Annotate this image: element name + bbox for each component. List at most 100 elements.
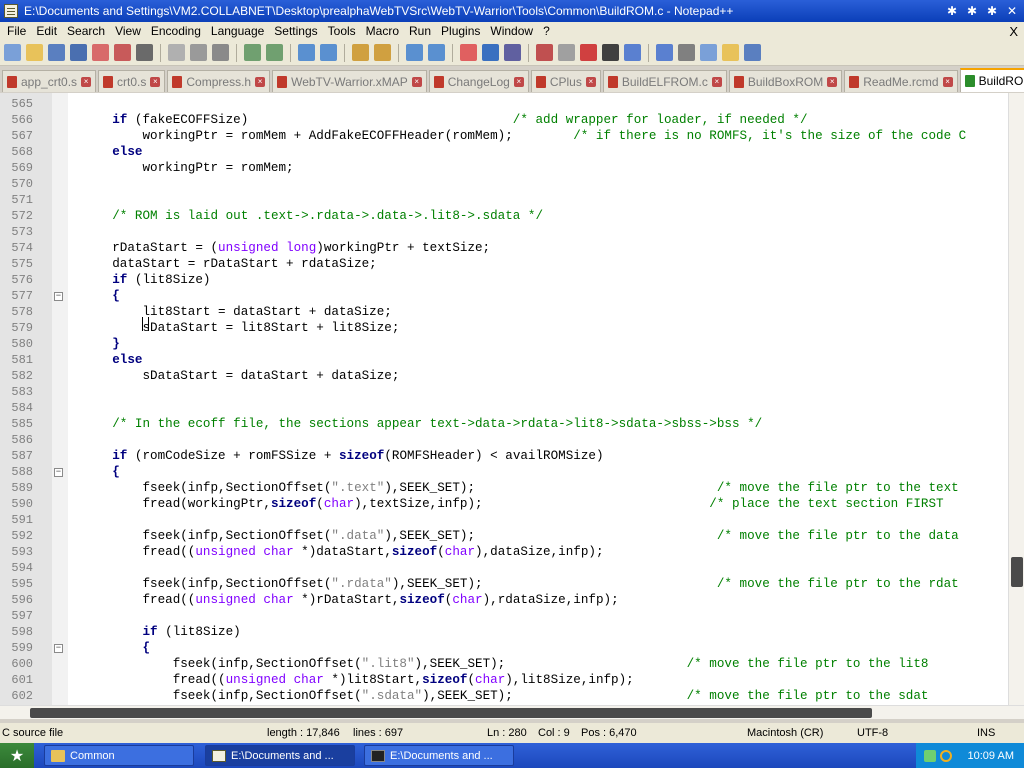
start-button[interactable]: ★ bbox=[0, 743, 34, 768]
horizontal-scroll-thumb[interactable] bbox=[30, 708, 872, 718]
monitor-icon[interactable] bbox=[624, 44, 641, 61]
line-number: 575 bbox=[11, 257, 33, 271]
status-eol-format[interactable]: Macintosh (CR) bbox=[747, 727, 823, 739]
menu-language[interactable]: Language bbox=[206, 24, 269, 38]
sync-v-icon[interactable] bbox=[406, 44, 423, 61]
print-icon[interactable] bbox=[136, 44, 153, 61]
horizontal-scrollbar[interactable] bbox=[0, 705, 1024, 719]
redo-icon[interactable] bbox=[266, 44, 283, 61]
tab-close-icon[interactable]: × bbox=[513, 76, 524, 87]
close-document-button[interactable]: X bbox=[1009, 24, 1018, 39]
cut-icon[interactable] bbox=[168, 44, 185, 61]
maximize-button[interactable]: ✱ bbox=[984, 4, 1000, 18]
play-multi-icon[interactable] bbox=[722, 44, 739, 61]
vertical-scroll-thumb[interactable] bbox=[1011, 557, 1023, 587]
menu-search[interactable]: Search bbox=[62, 24, 110, 38]
tab-changelog[interactable]: ChangeLog × bbox=[428, 70, 529, 92]
fold-toggle-icon[interactable]: − bbox=[54, 292, 63, 301]
code-line: 593 fread((unsigned char *)dataStart,siz… bbox=[0, 544, 1008, 560]
tab-buildboxrom[interactable]: BuildBoxROM × bbox=[728, 70, 843, 92]
zoom-out-icon[interactable] bbox=[374, 44, 391, 61]
folder-workspace-icon[interactable] bbox=[602, 44, 619, 61]
tab-cplus[interactable]: CPlus × bbox=[530, 70, 601, 92]
new-icon[interactable] bbox=[4, 44, 21, 61]
play-macro-icon[interactable] bbox=[700, 44, 717, 61]
taskbar-item-common[interactable]: Common bbox=[44, 745, 194, 766]
network-icon[interactable] bbox=[924, 749, 936, 762]
code-token: (romCodeSize + romFSSize + bbox=[127, 449, 339, 463]
tab-compress-h[interactable]: Compress.h × bbox=[167, 70, 271, 92]
menu-macro[interactable]: Macro bbox=[361, 24, 404, 38]
tab-readme-rcmd[interactable]: ReadMe.rcmd × bbox=[844, 70, 958, 92]
tab-buildrom-c[interactable]: BuildROM.c× bbox=[959, 68, 1024, 92]
code-keyword: } bbox=[112, 337, 120, 351]
sync-h-icon[interactable] bbox=[428, 44, 445, 61]
code-text: workingPtr = romMem + AddFakeECOFFHeader… bbox=[82, 128, 966, 144]
tab-buildelfrom-c[interactable]: BuildELFROM.c × bbox=[602, 70, 727, 92]
save-macro-icon[interactable] bbox=[744, 44, 761, 61]
code-editor[interactable]: 565 566 if (fakeECOFFSize) /* add wrapper… bbox=[0, 93, 1024, 705]
tab-close-icon[interactable]: × bbox=[255, 76, 266, 87]
taskbar-item-notepadpp[interactable]: E:\Documents and ... bbox=[205, 745, 355, 766]
tab-close-icon[interactable]: × bbox=[411, 76, 422, 87]
tab-app-crt0-s[interactable]: app_crt0.s × bbox=[2, 70, 97, 92]
menu-tools[interactable]: Tools bbox=[323, 24, 361, 38]
code-text: if (romCodeSize + romFSSize + sizeof(ROM… bbox=[82, 448, 603, 464]
menu-plugins[interactable]: Plugins bbox=[436, 24, 485, 38]
stop-macro-icon[interactable] bbox=[678, 44, 695, 61]
open-icon[interactable] bbox=[26, 44, 43, 61]
menu-settings[interactable]: Settings bbox=[269, 24, 322, 38]
paste-icon[interactable] bbox=[212, 44, 229, 61]
code-string: ".sdata" bbox=[361, 689, 423, 703]
restore-button[interactable]: ✱ bbox=[964, 4, 980, 18]
user-lang-icon[interactable] bbox=[536, 44, 553, 61]
function-list-icon[interactable] bbox=[580, 44, 597, 61]
code-line: 576 if (lit8Size) bbox=[0, 272, 1008, 288]
menu-edit[interactable]: Edit bbox=[31, 24, 62, 38]
record-macro-icon[interactable] bbox=[656, 44, 673, 61]
tab-webtv-warrior-xmap[interactable]: WebTV-Warrior.xMAP × bbox=[272, 70, 427, 92]
tab-close-icon[interactable]: × bbox=[827, 76, 838, 87]
tab-close-icon[interactable]: × bbox=[81, 76, 92, 87]
zoom-in-icon[interactable] bbox=[352, 44, 369, 61]
tab-close-icon[interactable]: × bbox=[150, 76, 161, 87]
fold-toggle-icon[interactable]: − bbox=[54, 468, 63, 477]
doc-map-icon[interactable] bbox=[558, 44, 575, 61]
indent-guide-icon[interactable] bbox=[504, 44, 521, 61]
modified-file-icon bbox=[607, 75, 618, 88]
copy-icon[interactable] bbox=[190, 44, 207, 61]
show-all-icon[interactable] bbox=[482, 44, 499, 61]
close-all-icon[interactable] bbox=[114, 44, 131, 61]
tab-crt0-s[interactable]: crt0.s × bbox=[98, 70, 166, 92]
line-number: 596 bbox=[11, 593, 33, 607]
code-keyword: if bbox=[112, 449, 128, 463]
tab-close-icon[interactable]: × bbox=[942, 76, 953, 87]
fold-toggle-icon[interactable]: − bbox=[54, 644, 63, 653]
tab-close-icon[interactable]: × bbox=[585, 76, 596, 87]
modified-file-icon bbox=[277, 75, 288, 88]
menu-run[interactable]: Run bbox=[404, 24, 436, 38]
wrap-icon[interactable] bbox=[460, 44, 477, 61]
status-encoding[interactable]: UTF-8 bbox=[857, 727, 888, 739]
replace-icon[interactable] bbox=[320, 44, 337, 61]
find-icon[interactable] bbox=[298, 44, 315, 61]
minimize-button[interactable]: ✱ bbox=[944, 4, 960, 18]
menu-window[interactable]: Window bbox=[485, 24, 538, 38]
code-keyword: sizeof bbox=[391, 545, 438, 559]
menu-file[interactable]: File bbox=[2, 24, 31, 38]
vertical-scrollbar[interactable] bbox=[1008, 93, 1024, 705]
menu-encoding[interactable]: Encoding bbox=[146, 24, 206, 38]
undo-icon[interactable] bbox=[244, 44, 261, 61]
save-all-icon[interactable] bbox=[70, 44, 87, 61]
code-token: workingPtr = romMem; bbox=[82, 161, 294, 175]
menu-help[interactable]: ? bbox=[538, 24, 555, 38]
code-text: if (lit8Size) bbox=[82, 272, 210, 288]
search-icon[interactable] bbox=[940, 749, 952, 762]
menu-view[interactable]: View bbox=[110, 24, 146, 38]
save-icon[interactable] bbox=[48, 44, 65, 61]
tab-close-icon[interactable]: × bbox=[711, 76, 722, 87]
tab-label: ReadMe.rcmd bbox=[863, 74, 939, 89]
taskbar-item-cmd[interactable]: E:\Documents and ... bbox=[364, 745, 514, 766]
close-window-button[interactable]: ✕ bbox=[1004, 4, 1020, 18]
close-icon[interactable] bbox=[92, 44, 109, 61]
